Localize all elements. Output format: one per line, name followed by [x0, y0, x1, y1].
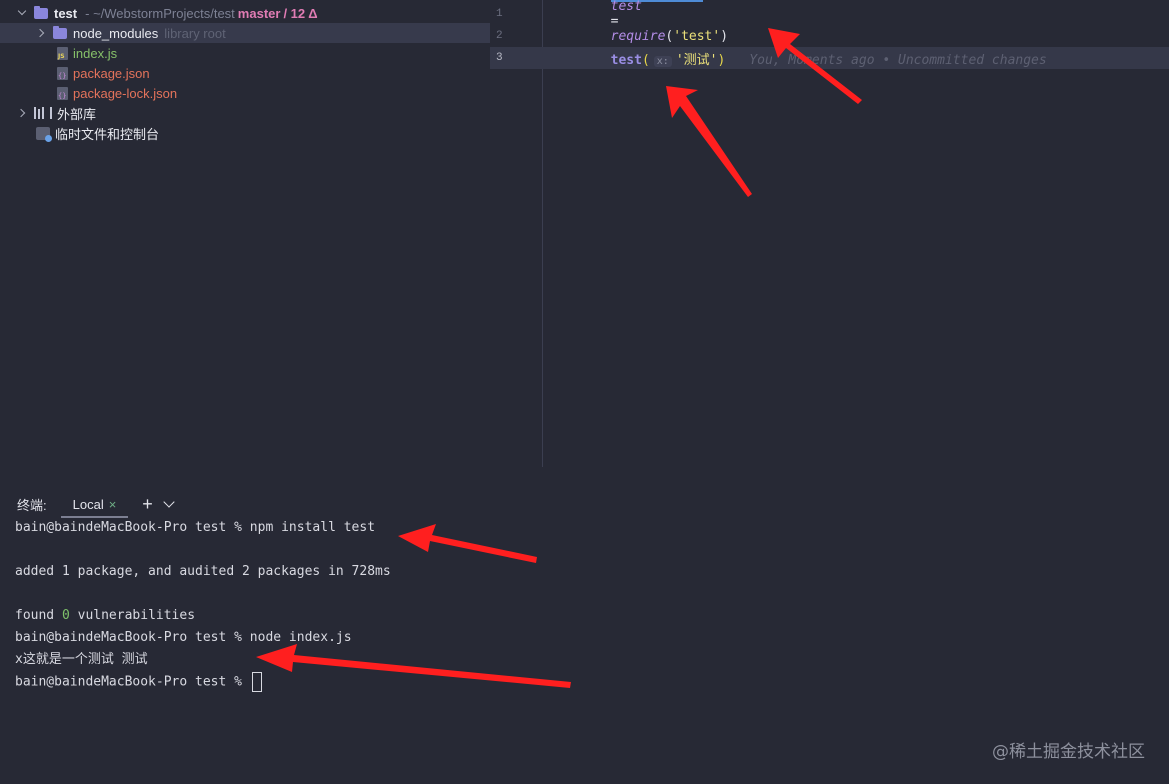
- terminal-cursor: [251, 672, 262, 692]
- tree-item-package-json[interactable]: package.json: [0, 63, 490, 83]
- ide-window: test - ~/WebstormProjects/test master / …: [0, 0, 1169, 784]
- found-prefix: found: [15, 608, 62, 623]
- library-root-label: library root: [164, 25, 226, 41]
- git-branch: master: [237, 5, 281, 21]
- tree-item-label: index.js: [73, 45, 118, 61]
- paren: (: [641, 52, 650, 68]
- tree-item-label: 外部库: [57, 106, 97, 122]
- plus-icon[interactable]: +: [142, 495, 153, 513]
- tree-item-package-lock-json[interactable]: package-lock.json: [0, 83, 490, 103]
- parameter-hint: x:: [653, 55, 672, 67]
- tree-item-scratches[interactable]: 临时文件和控制台: [0, 123, 490, 143]
- tree-item-index-js[interactable]: index.js: [0, 43, 490, 63]
- js-file-icon: [57, 46, 68, 60]
- tree-item-node-modules[interactable]: node_modules library root: [0, 23, 490, 43]
- chevron-down-icon[interactable]: [163, 495, 175, 508]
- library-icon: [34, 107, 52, 119]
- chevron-right-icon[interactable]: [18, 108, 28, 118]
- terminal-line-found: found 0 vulnerabilities: [15, 606, 195, 626]
- folder-icon: [53, 25, 67, 39]
- tree-item-label: package-lock.json: [73, 85, 178, 101]
- gutter-divider: [542, 0, 543, 467]
- close-icon[interactable]: ×: [109, 497, 117, 512]
- terminal-line: added 1 package, and audited 2 packages …: [15, 564, 391, 579]
- line-number: 3: [496, 52, 503, 64]
- line-number: 2: [496, 30, 503, 42]
- terminal-line: x这就是一个测试 测试: [15, 652, 148, 667]
- root-path: - ~/WebstormProjects/test: [85, 5, 235, 21]
- tree-item-label: node_modules: [73, 25, 159, 41]
- folder-icon: [34, 5, 48, 19]
- found-suffix: vulnerabilities: [69, 608, 196, 623]
- project-tree: test - ~/WebstormProjects/test master / …: [0, 0, 490, 470]
- identifier: test: [610, 0, 642, 14]
- terminal-line: bain@baindeMacBook-Pro test % node index…: [15, 630, 352, 645]
- json-file-icon: [57, 66, 68, 80]
- terminal-tab-bar: 终端: Local × +: [0, 490, 1169, 518]
- string-literal: '测试': [675, 52, 718, 68]
- scratches-icon: [36, 126, 52, 142]
- tree-item-label: package.json: [73, 65, 150, 81]
- terminal-prompt: bain@baindeMacBook-Pro test %: [15, 674, 250, 690]
- tree-item-external-libraries[interactable]: 外部库: [0, 103, 490, 123]
- tab-label: Local: [72, 496, 104, 512]
- chevron-right-icon[interactable]: [37, 28, 47, 38]
- terminal-line: bain@baindeMacBook-Pro test % npm instal…: [15, 520, 376, 535]
- watermark: @稀土掘金技术社区: [992, 742, 1145, 762]
- vulnerability-count: 0: [61, 608, 70, 623]
- json-file-icon: [57, 86, 68, 100]
- code-line-1[interactable]: 1 const test = require('test'): [490, 0, 1169, 44]
- root-name: test: [54, 5, 78, 21]
- code-line-3[interactable]: 3 test(x: '测试') You, Moments ago • Uncommi…: [490, 47, 1169, 69]
- tree-root-test[interactable]: test - ~/WebstormProjects/test master / …: [0, 3, 490, 23]
- terminal-prompt-line[interactable]: bain@baindeMacBook-Pro test %: [15, 672, 262, 692]
- chevron-down-icon[interactable]: [18, 8, 28, 18]
- paren: ): [717, 52, 726, 68]
- git-changes: / 12 Δ: [283, 5, 318, 21]
- line-number: 1: [496, 8, 503, 20]
- terminal-title: 终端:: [17, 497, 47, 513]
- tree-item-label: 临时文件和控制台: [55, 126, 160, 142]
- tab-local[interactable]: Local ×: [60, 490, 129, 518]
- code-editor[interactable]: 1 const test = require('test') 2 3 test(…: [490, 0, 1169, 467]
- git-blame-annotation: You, Moments ago • Uncommitted changes: [749, 52, 1047, 68]
- function-call: test: [610, 52, 642, 68]
